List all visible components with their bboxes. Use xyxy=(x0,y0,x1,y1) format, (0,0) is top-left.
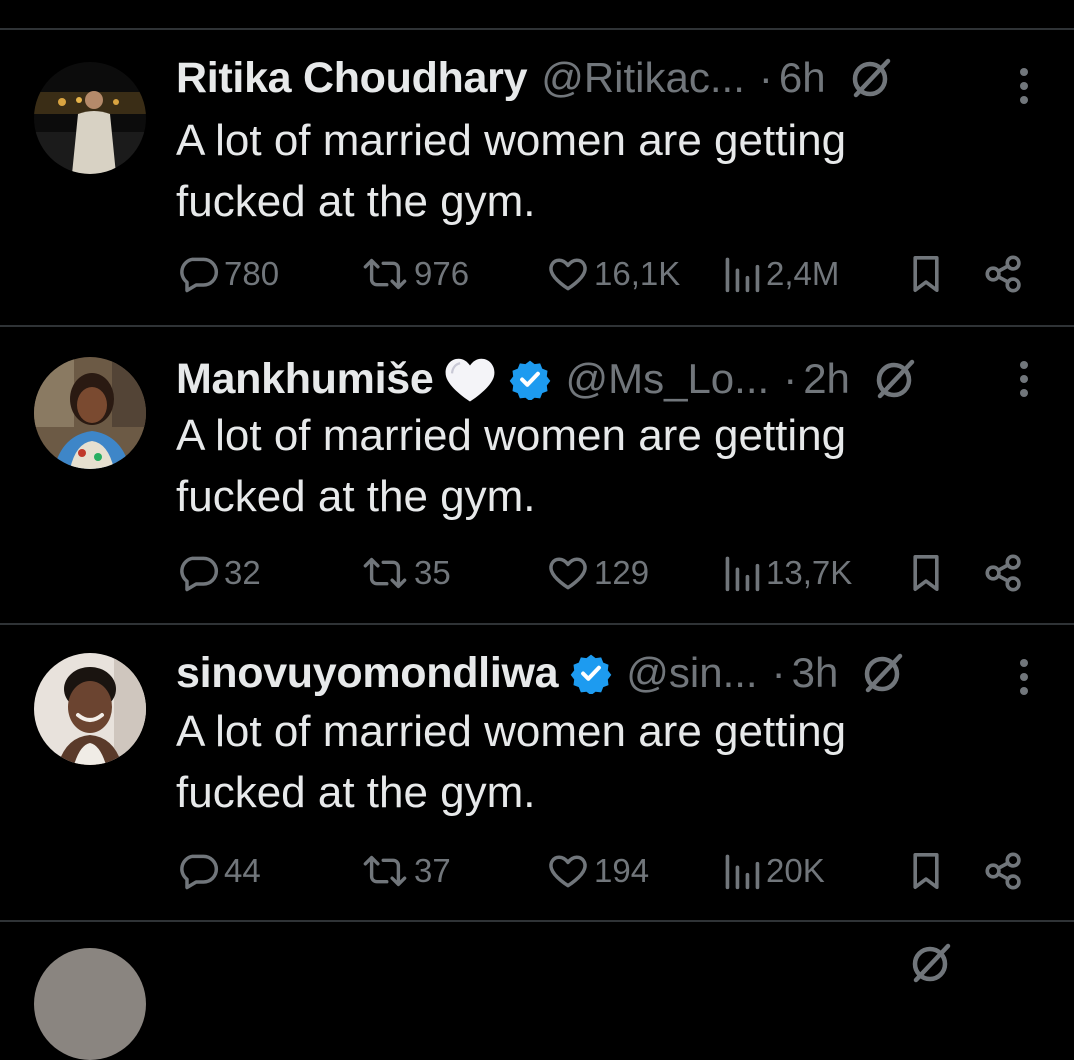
bookmark-button[interactable] xyxy=(908,246,944,302)
timestamp[interactable]: 3h xyxy=(792,649,839,697)
share-button[interactable] xyxy=(984,246,1024,302)
share-icon xyxy=(985,852,1021,890)
bookmark-button[interactable] xyxy=(908,843,944,899)
more-icon[interactable] xyxy=(1010,655,1038,701)
view-count: 20K xyxy=(766,852,825,889)
share-icon xyxy=(985,554,1021,592)
repost-count: 37 xyxy=(414,852,451,889)
avatar-image xyxy=(34,62,146,174)
like-button[interactable]: 129 xyxy=(546,545,649,601)
grok-icon[interactable] xyxy=(872,356,918,402)
share-button[interactable] xyxy=(984,843,1024,899)
reply-count: 44 xyxy=(224,852,261,889)
next-tweet-avatar[interactable] xyxy=(34,948,146,1060)
grok-icon[interactable] xyxy=(908,940,954,991)
reply-count: 780 xyxy=(224,255,280,292)
views-icon xyxy=(725,854,760,890)
verified-badge-icon[interactable] xyxy=(509,358,551,400)
bookmark-button[interactable] xyxy=(908,545,944,601)
tweet-actions: 780 976 16,1K 2,4M xyxy=(176,246,1036,302)
tweet-text: A lot of married women are getting fucke… xyxy=(176,116,847,226)
white-heart-icon xyxy=(443,354,497,404)
repost-icon xyxy=(363,557,407,589)
tweet-header: Mankhumiše @Ms_Lo... · 2h xyxy=(176,349,976,409)
tweet-actions: 32 35 129 13,7K xyxy=(176,545,1036,601)
like-count: 129 xyxy=(594,554,650,591)
heart-icon xyxy=(549,557,587,590)
verified-badge-icon[interactable] xyxy=(570,652,612,694)
reply-button[interactable]: 780 xyxy=(176,246,279,302)
tweet-header: Ritika Choudhary @Ritikac... · 6h xyxy=(176,48,976,108)
repost-button[interactable]: 35 xyxy=(360,545,451,601)
reply-icon xyxy=(180,854,219,890)
like-count: 194 xyxy=(594,852,650,889)
repost-icon xyxy=(363,258,407,290)
handle[interactable]: @Ms_Lo... xyxy=(565,355,769,403)
views-icon xyxy=(725,257,760,293)
timestamp[interactable]: 6h xyxy=(779,54,826,102)
more-icon[interactable] xyxy=(1010,64,1038,110)
grok-icon[interactable] xyxy=(860,650,906,696)
avatar[interactable] xyxy=(34,62,146,174)
separator-dot: · xyxy=(783,355,798,402)
separator-dot: · xyxy=(771,649,786,696)
repost-button[interactable]: 976 xyxy=(360,246,469,302)
repost-button[interactable]: 37 xyxy=(360,843,451,899)
bookmark-icon xyxy=(913,555,939,591)
reply-icon xyxy=(180,556,219,592)
repost-count: 976 xyxy=(414,255,470,292)
bookmark-icon xyxy=(913,853,939,889)
tweet-divider xyxy=(0,920,1074,922)
timestamp[interactable]: 2h xyxy=(803,355,850,403)
display-name[interactable]: sinovuyomondliwa xyxy=(176,649,559,698)
heart-icon xyxy=(549,855,587,888)
share-icon xyxy=(985,255,1021,293)
reply-icon xyxy=(180,257,219,293)
tweet[interactable]: Ritika Choudhary @Ritikac... · 6h A lot … xyxy=(0,30,1074,325)
handle[interactable]: @Ritikac... xyxy=(541,54,745,102)
tweet[interactable]: sinovuyomondliwa @sin... · 3h A lot of m… xyxy=(0,625,1074,920)
display-name[interactable]: Ritika Choudhary xyxy=(176,54,528,103)
avatar[interactable] xyxy=(34,357,146,469)
like-button[interactable]: 16,1K xyxy=(546,246,680,302)
tweet-text: A lot of married women are getting fucke… xyxy=(176,411,847,521)
views-button[interactable]: 2,4M xyxy=(722,246,839,302)
view-count: 13,7K xyxy=(766,554,853,591)
grok-icon[interactable] xyxy=(848,55,894,101)
heart-icon xyxy=(549,258,587,291)
tweet-text: A lot of married women are getting fucke… xyxy=(176,707,847,817)
avatar[interactable] xyxy=(34,653,146,765)
like-button[interactable]: 194 xyxy=(546,843,649,899)
reply-button[interactable]: 44 xyxy=(176,843,261,899)
reply-button[interactable]: 32 xyxy=(176,545,261,601)
like-count: 16,1K xyxy=(594,255,681,292)
display-name[interactable]: Mankhumiše xyxy=(176,355,434,404)
separator-dot: · xyxy=(758,54,773,101)
avatar-image xyxy=(34,653,146,765)
views-icon xyxy=(725,556,760,592)
tweet[interactable]: Mankhumiše @Ms_Lo... · 2h A lot of marri… xyxy=(0,327,1074,622)
views-button[interactable]: 20K xyxy=(722,843,825,899)
handle[interactable]: @sin... xyxy=(626,649,757,697)
more-icon[interactable] xyxy=(1010,357,1038,403)
repost-icon xyxy=(363,855,407,887)
view-count: 2,4M xyxy=(766,255,840,292)
avatar-image xyxy=(34,357,146,469)
reply-count: 32 xyxy=(224,554,261,591)
repost-count: 35 xyxy=(414,554,451,591)
share-button[interactable] xyxy=(984,545,1024,601)
views-button[interactable]: 13,7K xyxy=(722,545,852,601)
bookmark-icon xyxy=(913,256,939,292)
tweet-actions: 44 37 194 20K xyxy=(176,843,1036,899)
tweet-header: sinovuyomondliwa @sin... · 3h xyxy=(176,643,976,703)
